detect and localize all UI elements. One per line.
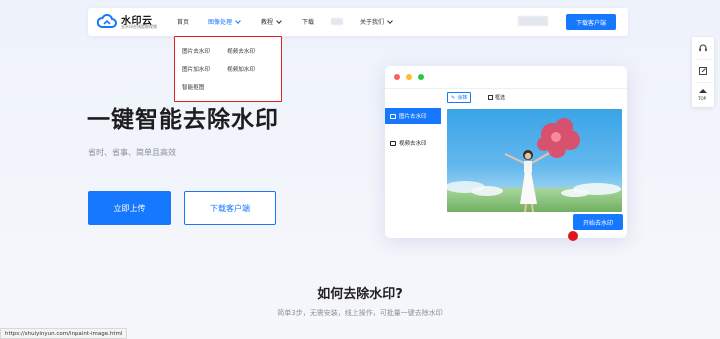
dropdown-item-image-add-watermark[interactable]: 图片加水印 bbox=[182, 65, 210, 73]
nav-item-about[interactable]: 关于我们 bbox=[360, 17, 393, 26]
window-minimize-dot bbox=[406, 74, 412, 80]
mockup-divider bbox=[385, 88, 627, 89]
brand-slogan: 去水印在线提取视频 bbox=[121, 24, 157, 29]
caret-up-icon bbox=[699, 89, 707, 93]
nav-item-download[interactable]: 下载 bbox=[302, 17, 314, 26]
headset-icon bbox=[699, 44, 707, 52]
float-toolbar: TOP bbox=[692, 37, 714, 107]
chevron-down-icon bbox=[276, 18, 282, 24]
section-title: 如何去除水印? bbox=[317, 287, 403, 302]
mockup-tool-box-select[interactable]: 框选 bbox=[485, 92, 508, 103]
sample-photo bbox=[447, 109, 622, 212]
image-processing-dropdown: 图片去水印 视频去水印 图片加水印 视频加水印 智能抠图 bbox=[174, 36, 282, 102]
app-mockup: 图片去水印 视频去水印 ✎ 涂抹 框选 开始去水印 bbox=[385, 66, 627, 241]
nav-item-home[interactable]: 首页 bbox=[177, 17, 189, 26]
chevron-down-icon bbox=[387, 18, 393, 24]
customer-service-button[interactable] bbox=[692, 37, 714, 59]
blurred-nav-item bbox=[331, 18, 343, 25]
dropdown-item-video-remove-watermark[interactable]: 视频去水印 bbox=[227, 47, 255, 55]
chevron-down-icon bbox=[235, 18, 241, 24]
hero-title: 一键智能去除水印 bbox=[87, 107, 279, 133]
mockup-sidebar-image-watermark[interactable]: 图片去水印 bbox=[385, 108, 441, 124]
nav-item-tutorial[interactable]: 教程 bbox=[261, 17, 282, 26]
logo[interactable]: 水印云 去水印在线提取视频 bbox=[97, 12, 161, 32]
cloud-logo-icon bbox=[97, 14, 117, 28]
image-icon bbox=[390, 113, 396, 119]
nav-item-image-processing[interactable]: 图像处理 bbox=[208, 17, 241, 26]
dropdown-item-smart-cutout[interactable]: 智能抠图 bbox=[182, 83, 204, 91]
brush-icon: ✎ bbox=[451, 94, 456, 101]
hero-subtitle: 省时、省事、简单且高效 bbox=[88, 148, 176, 157]
top-nav: 水印云 去水印在线提取视频 首页 图像处理 教程 下载 关于我们 下载客户端 bbox=[88, 8, 628, 36]
window-close-dot bbox=[394, 74, 400, 80]
brush-cursor bbox=[568, 231, 578, 241]
window-maximize-dot bbox=[418, 74, 424, 80]
box-select-icon bbox=[488, 95, 493, 100]
upload-now-button[interactable]: 立即上传 bbox=[88, 191, 171, 225]
blurred-user-info[interactable] bbox=[518, 16, 548, 26]
mockup-tool-brush[interactable]: ✎ 涂抹 bbox=[447, 92, 472, 103]
photo-illustration bbox=[447, 118, 621, 212]
dropdown-item-video-add-watermark[interactable]: 视频加水印 bbox=[227, 65, 255, 73]
dropdown-item-image-remove-watermark[interactable]: 图片去水印 bbox=[182, 47, 210, 55]
video-icon bbox=[390, 140, 396, 146]
section-subtitle: 简单3步，无需安装，线上操作，可批量一键去除水印 bbox=[277, 309, 443, 317]
start-remove-watermark-button[interactable]: 开始去水印 bbox=[573, 214, 623, 230]
status-bar-url: https://shuiyinyun.com/inpaint-image.htm… bbox=[0, 328, 128, 339]
download-client-button[interactable]: 下载客户端 bbox=[566, 14, 616, 30]
top-label: TOP bbox=[698, 96, 707, 101]
feedback-button[interactable] bbox=[692, 60, 714, 82]
back-to-top-button[interactable]: TOP bbox=[692, 83, 714, 107]
edit-icon bbox=[699, 67, 707, 75]
hero-download-client-button[interactable]: 下载客户端 bbox=[184, 191, 276, 225]
mockup-sidebar-video-watermark[interactable]: 视频去水印 bbox=[385, 135, 441, 151]
